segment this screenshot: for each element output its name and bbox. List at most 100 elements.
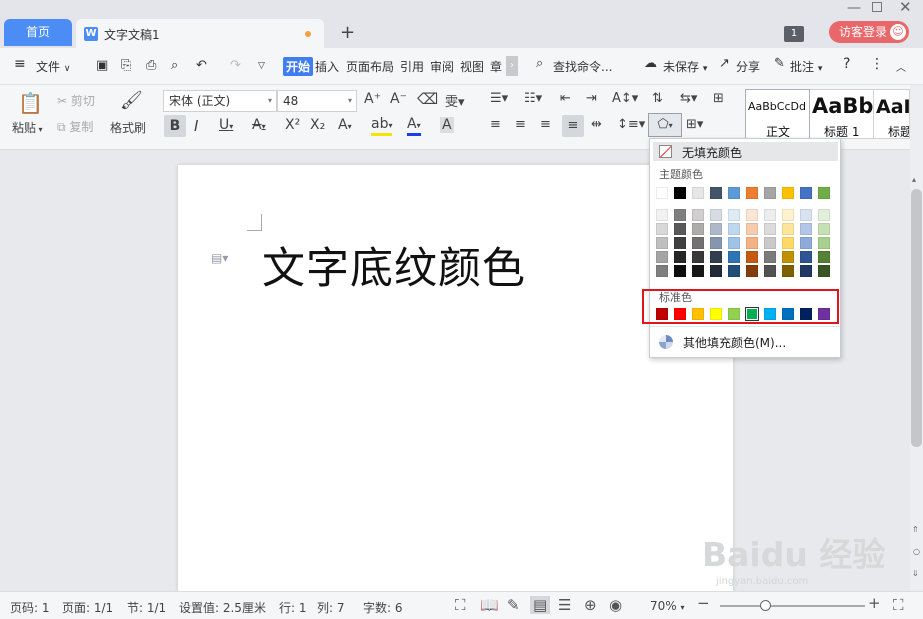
number-list-icon[interactable]: ☷▾: [524, 91, 542, 106]
window-count-badge[interactable]: 1: [784, 26, 804, 42]
zoom-out-icon[interactable]: −: [697, 594, 710, 612]
reading-mode-icon[interactable]: 📖: [480, 596, 499, 614]
menu-tab-chapter[interactable]: 章: [490, 58, 502, 75]
status-page-number[interactable]: 页码: 1: [10, 599, 50, 616]
theme-shade-swatch[interactable]: [656, 251, 668, 263]
theme-shade-swatch[interactable]: [674, 251, 686, 263]
theme-shade-swatch[interactable]: [656, 209, 668, 221]
web-view-icon[interactable]: ⊕: [584, 596, 597, 614]
theme-shade-swatch[interactable]: [728, 209, 740, 221]
italic-button[interactable]: I: [194, 117, 198, 135]
more-button[interactable]: ⋮: [870, 56, 884, 72]
theme-shade-swatch[interactable]: [800, 223, 812, 235]
shrink-font-icon[interactable]: A⁻: [390, 91, 407, 107]
theme-shade-swatch[interactable]: [674, 237, 686, 249]
decrease-indent-icon[interactable]: ⇤: [560, 91, 571, 106]
unsaved-status-button[interactable]: 未保存 ▾: [663, 58, 707, 75]
theme-color-swatch[interactable]: [692, 187, 704, 199]
print-icon[interactable]: ⎙: [146, 58, 156, 73]
text-effect-button[interactable]: A▾: [338, 117, 352, 133]
zoom-slider-track[interactable]: [720, 605, 865, 607]
borders-icon[interactable]: ⊞▾: [686, 117, 703, 132]
menu-scroll-right-button[interactable]: ›: [506, 56, 518, 76]
theme-shade-swatch[interactable]: [800, 209, 812, 221]
tab-document[interactable]: W 文字文稿1: [76, 19, 324, 48]
justify-icon[interactable]: ≡: [562, 115, 584, 137]
theme-shade-swatch[interactable]: [710, 209, 722, 221]
command-search-input[interactable]: 查找命令...: [553, 58, 612, 75]
tab-home[interactable]: 首页: [4, 19, 72, 46]
underline-button[interactable]: U▾: [219, 117, 233, 133]
strikethrough-button[interactable]: A▾: [252, 117, 266, 133]
format-painter-button[interactable]: 格式刷: [110, 119, 146, 136]
collapse-ribbon-icon[interactable]: ︿: [896, 59, 906, 74]
redo-icon[interactable]: ↷: [230, 58, 241, 73]
edit-mode-icon[interactable]: ✎: [507, 596, 520, 614]
save-icon[interactable]: ▣: [96, 58, 108, 73]
status-section[interactable]: 节: 1/1: [127, 599, 166, 616]
fullscreen-icon[interactable]: ⛶: [455, 596, 466, 614]
undo-icon[interactable]: ↶: [196, 58, 207, 73]
outline-view-icon[interactable]: ☰: [558, 596, 571, 614]
theme-color-swatch[interactable]: [782, 187, 794, 199]
distributed-icon[interactable]: ⇹: [591, 117, 602, 132]
status-column[interactable]: 列: 7: [317, 599, 345, 616]
style-heading-1[interactable]: AaBb 标题 1: [810, 89, 874, 139]
export-icon[interactable]: ⎘: [121, 58, 131, 73]
theme-shade-swatch[interactable]: [656, 237, 668, 249]
line-spacing-icon[interactable]: ⇆▾: [680, 91, 697, 106]
theme-shade-swatch[interactable]: [710, 265, 722, 277]
theme-shade-swatch[interactable]: [710, 223, 722, 235]
scroll-prev-icon[interactable]: ⇑: [912, 525, 919, 534]
theme-shade-swatch[interactable]: [800, 251, 812, 263]
font-color-button[interactable]: A▾: [407, 117, 421, 136]
superscript-button[interactable]: X²: [285, 117, 300, 133]
theme-color-swatch[interactable]: [800, 187, 812, 199]
theme-shade-swatch[interactable]: [764, 223, 776, 235]
theme-color-swatch[interactable]: [728, 187, 740, 199]
theme-color-swatch[interactable]: [674, 187, 686, 199]
theme-shade-swatch[interactable]: [764, 209, 776, 221]
menu-tab-references[interactable]: 引用: [400, 58, 424, 75]
clear-format-icon[interactable]: ⌫: [417, 90, 438, 108]
share-button[interactable]: 分享: [736, 58, 760, 75]
print-preview-icon[interactable]: ⌕: [171, 58, 178, 73]
status-word-count[interactable]: 字数: 6: [363, 599, 403, 616]
status-pages[interactable]: 页面: 1/1: [62, 599, 113, 616]
zoom-slider-handle[interactable]: [760, 600, 771, 611]
zoom-level[interactable]: 70% ▾: [650, 599, 685, 613]
theme-shade-swatch[interactable]: [674, 209, 686, 221]
theme-color-swatch[interactable]: [710, 187, 722, 199]
theme-shade-swatch[interactable]: [692, 251, 704, 263]
increase-indent-icon[interactable]: ⇥: [586, 91, 597, 106]
style-heading[interactable]: AaI 标题: [874, 89, 910, 139]
format-painter-icon[interactable]: 🖌: [120, 90, 143, 111]
theme-shade-swatch[interactable]: [674, 265, 686, 277]
theme-shade-swatch[interactable]: [782, 237, 794, 249]
copy-button[interactable]: ⧉ 复制: [57, 118, 93, 135]
paste-icon[interactable]: 📋: [18, 91, 43, 115]
theme-shade-swatch[interactable]: [746, 209, 758, 221]
style-normal[interactable]: AaBbCcDd 正文: [745, 89, 810, 139]
sort-icon[interactable]: ⇅: [652, 91, 663, 106]
subscript-button[interactable]: X₂: [310, 117, 325, 133]
theme-shade-swatch[interactable]: [782, 223, 794, 235]
hamburger-icon[interactable]: ≡: [14, 56, 26, 72]
theme-shade-swatch[interactable]: [728, 251, 740, 263]
menu-tab-review[interactable]: 审阅: [430, 58, 454, 75]
quick-access-dropdown-icon[interactable]: ▽: [258, 61, 265, 71]
page-view-icon[interactable]: ▤: [530, 596, 551, 614]
new-tab-button[interactable]: +: [340, 22, 355, 43]
table-border-icon[interactable]: ⊞: [713, 91, 724, 106]
theme-shade-swatch[interactable]: [746, 251, 758, 263]
paragraph-handle-icon[interactable]: ▤▾: [211, 251, 228, 265]
status-row[interactable]: 行: 1: [279, 599, 307, 616]
vertical-scrollbar[interactable]: ▴ ⇑ ○ ⇓: [910, 85, 923, 591]
paragraph-spacing-icon[interactable]: ↕≡▾: [617, 117, 645, 132]
visitor-login-button[interactable]: 访客登录 ☺: [829, 21, 909, 43]
menu-file[interactable]: 文件 ∨: [36, 58, 70, 75]
align-right-icon[interactable]: ≡: [540, 117, 551, 132]
theme-shade-swatch[interactable]: [674, 223, 686, 235]
zoom-in-icon[interactable]: +: [868, 594, 881, 612]
theme-shade-swatch[interactable]: [764, 237, 776, 249]
